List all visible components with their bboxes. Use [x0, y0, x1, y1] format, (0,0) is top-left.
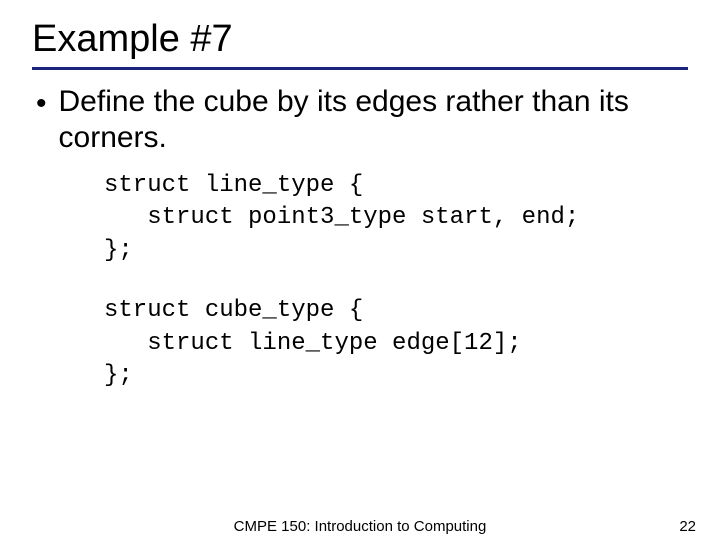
bullet-text: Define the cube by its edges rather than…	[59, 84, 688, 156]
footer-course-name: CMPE 150: Introduction to Computing	[234, 518, 487, 535]
footer-page-number: 22	[679, 518, 696, 535]
code-line: struct point3_type start, end;	[104, 204, 579, 231]
code-line: };	[104, 362, 133, 389]
code-block-line-type: struct line_type { struct point3_type st…	[104, 170, 688, 267]
code-line: };	[104, 237, 133, 264]
bullet-item: • Define the cube by its edges rather th…	[36, 84, 688, 156]
code-line: struct line_type edge[12];	[104, 330, 522, 357]
title-underline	[32, 67, 688, 70]
code-block-gap	[32, 267, 688, 295]
slide-title: Example #7	[32, 18, 688, 61]
code-block-cube-type: struct cube_type { struct line_type edge…	[104, 295, 688, 392]
bullet-marker: •	[36, 86, 47, 122]
slide: Example #7 • Define the cube by its edge…	[0, 0, 720, 540]
code-line: struct cube_type {	[104, 297, 363, 324]
code-line: struct line_type {	[104, 172, 363, 199]
